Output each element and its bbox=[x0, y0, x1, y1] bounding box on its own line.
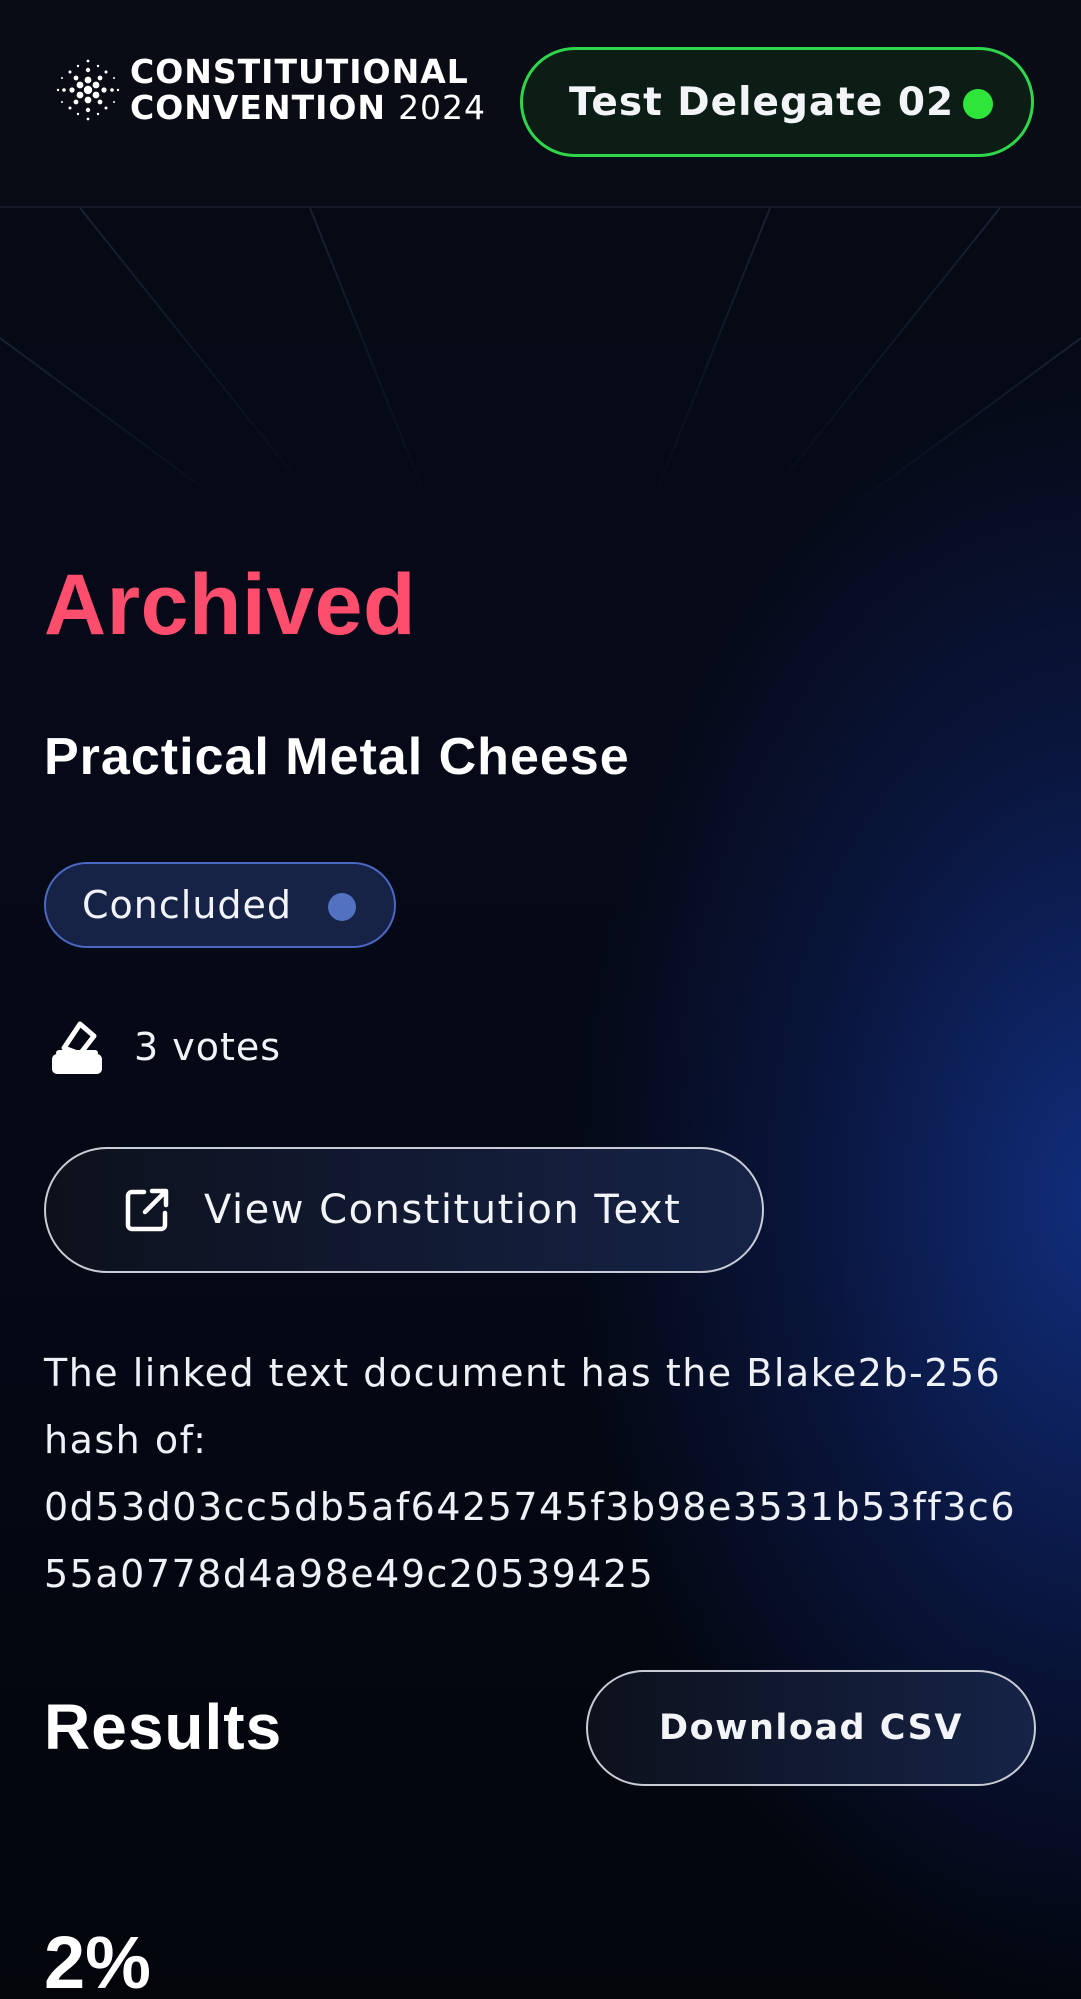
page: CONSTITUTIONAL CONVENTION 2024 Test Deleg… bbox=[0, 0, 1081, 1999]
votes-count: 3 votes bbox=[50, 1018, 281, 1076]
delegate-name: Test Delegate 02 bbox=[569, 79, 955, 125]
ballot-box-icon bbox=[52, 1021, 102, 1074]
status-badge-dot bbox=[328, 893, 356, 921]
logo-wordmark: CONSTITUTIONAL CONVENTION 2024 bbox=[130, 54, 486, 126]
download-csv-button[interactable]: Download CSV bbox=[586, 1670, 1036, 1786]
background-grid bbox=[0, 208, 1081, 508]
results-heading: Results bbox=[44, 1691, 283, 1763]
votes-label: 3 votes bbox=[134, 1025, 282, 1069]
cardano-dots-icon bbox=[56, 59, 120, 121]
proposal-title: Practical Metal Cheese bbox=[44, 728, 630, 786]
app-logo[interactable]: CONSTITUTIONAL CONVENTION 2024 bbox=[52, 54, 486, 126]
logo-line-2: CONVENTION 2024 bbox=[130, 90, 486, 126]
external-link-icon bbox=[125, 1188, 169, 1232]
logo-line-1: CONSTITUTIONAL bbox=[130, 52, 469, 91]
status-badge-label: Concluded bbox=[82, 883, 293, 927]
status-badge: Concluded bbox=[44, 862, 396, 948]
proposal-state-heading: Archived bbox=[44, 557, 417, 653]
download-csv-label: Download CSV bbox=[659, 1708, 963, 1748]
delegate-account-button[interactable]: Test Delegate 02 bbox=[520, 47, 1034, 157]
connected-status-dot bbox=[963, 89, 993, 119]
logo-year: 2024 bbox=[398, 88, 487, 127]
top-header: CONSTITUTIONAL CONVENTION 2024 Test Deleg… bbox=[0, 0, 1081, 208]
view-constitution-text-button[interactable]: View Constitution Text bbox=[44, 1147, 764, 1273]
result-percentage: 2% bbox=[44, 1921, 151, 1999]
hash-intro-text: The linked text document has the Blake2b… bbox=[44, 1351, 1002, 1462]
hash-value: 0d53d03cc5db5af6425745f3b98e3531b53ff3c6… bbox=[44, 1485, 1016, 1596]
logo-line-2-text: CONVENTION bbox=[130, 88, 387, 127]
document-hash-info: The linked text document has the Blake2b… bbox=[44, 1340, 1044, 1608]
view-constitution-text-label: View Constitution Text bbox=[204, 1187, 682, 1233]
